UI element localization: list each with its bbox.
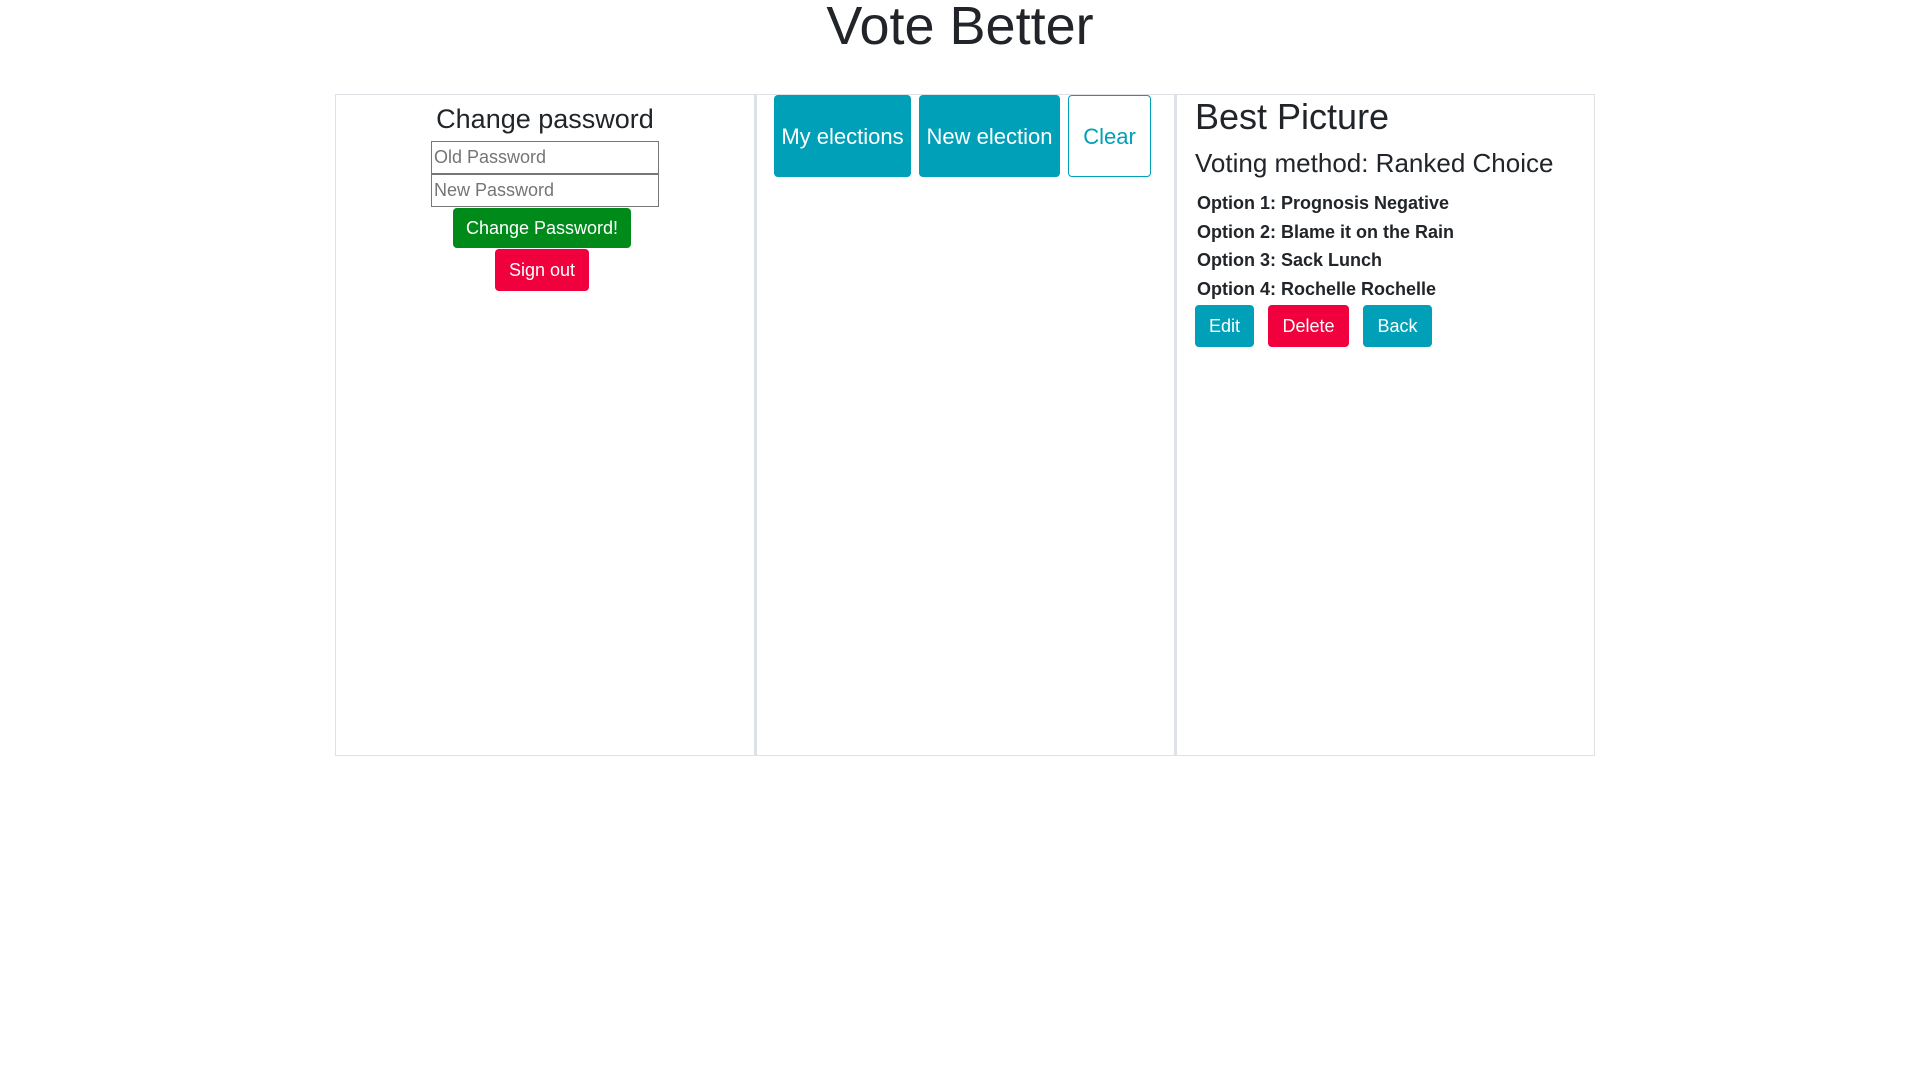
voting-method: Voting method: Ranked Choice bbox=[1195, 148, 1554, 178]
back-button[interactable]: Back bbox=[1363, 305, 1432, 347]
page-title: Vote Better bbox=[826, 0, 1094, 56]
option-item: Option 4: Rochelle Rochelle bbox=[1197, 278, 1437, 299]
election-actions: Edit Delete Back bbox=[1195, 305, 1594, 347]
delete-button[interactable]: Delete bbox=[1268, 305, 1349, 347]
options-list: Option 1: Prognosis Negative Option 2: B… bbox=[1195, 189, 1594, 303]
account-panel: Change password Change Password! Sign ou… bbox=[335, 94, 755, 756]
option-item: Option 3: Sack Lunch bbox=[1197, 250, 1383, 270]
new-election-button[interactable]: New election bbox=[919, 95, 1060, 177]
old-password-field[interactable] bbox=[431, 141, 659, 174]
edit-button[interactable]: Edit bbox=[1195, 305, 1254, 347]
change-password-heading: Change password bbox=[436, 104, 654, 134]
sign-out-button[interactable]: Sign out bbox=[495, 249, 589, 291]
change-password-button[interactable]: Change Password! bbox=[453, 208, 631, 248]
main-columns: Change password Change Password! Sign ou… bbox=[335, 94, 1595, 756]
elections-panel: My elections New election Clear bbox=[755, 94, 1175, 756]
new-password-field[interactable] bbox=[431, 174, 659, 207]
election-title: Best Picture bbox=[1195, 96, 1390, 137]
option-item: Option 1: Prognosis Negative bbox=[1197, 193, 1450, 213]
my-elections-button[interactable]: My elections bbox=[774, 95, 911, 177]
election-detail-panel: Best Picture Voting method: Ranked Choic… bbox=[1175, 94, 1595, 756]
option-item: Option 2: Blame it on the Rain bbox=[1197, 221, 1455, 242]
clear-button[interactable]: Clear bbox=[1068, 95, 1151, 177]
elections-toolbar: My elections New election Clear bbox=[774, 95, 1151, 177]
